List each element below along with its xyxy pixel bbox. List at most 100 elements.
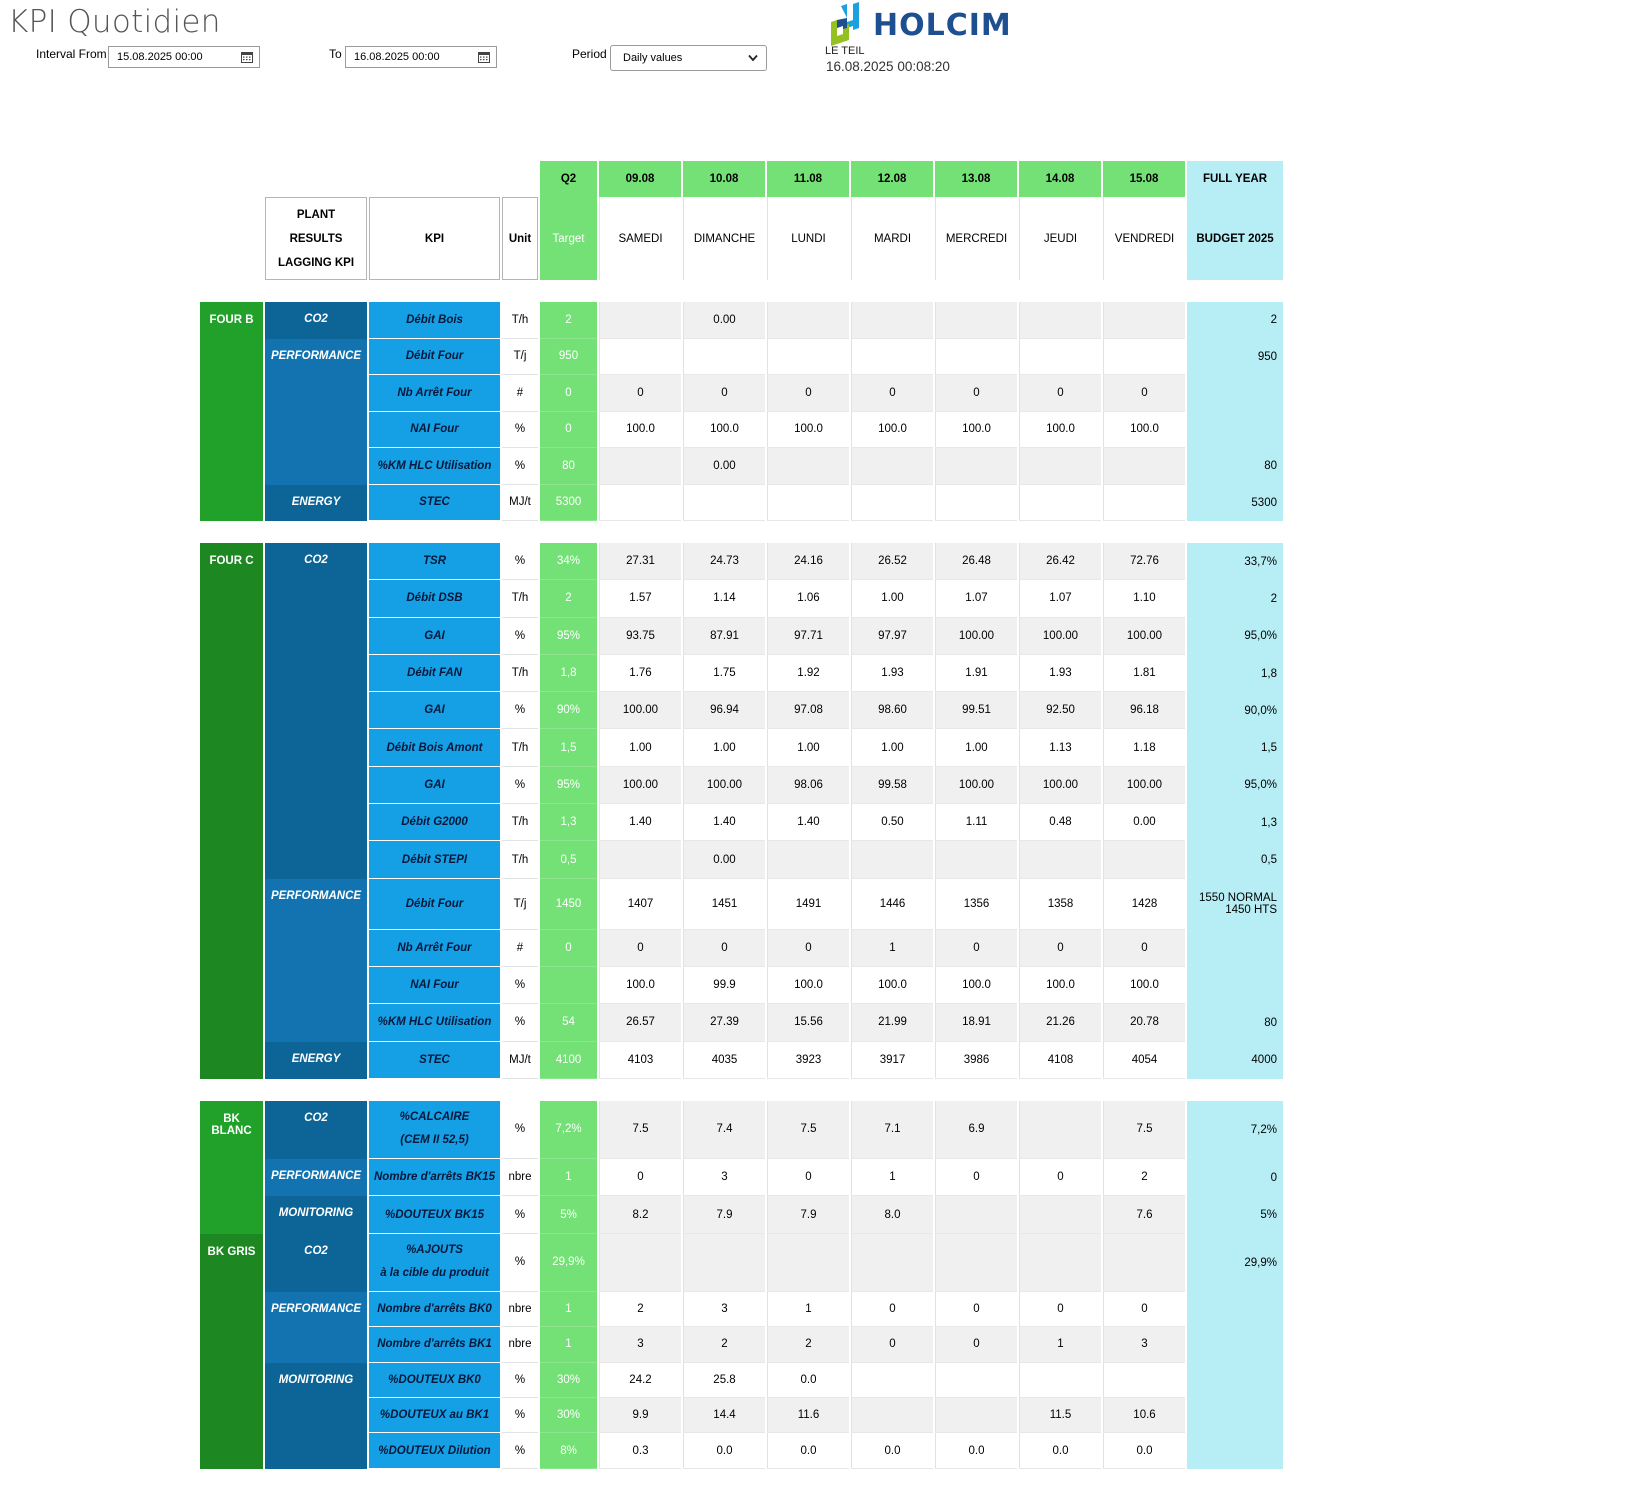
daily-value: 7.5 (767, 1100, 849, 1159)
daily-value: 0 (1103, 1291, 1185, 1328)
report-timestamp: 16.08.2025 00:08:20 (826, 59, 950, 74)
daily-value: 24.16 (767, 543, 849, 581)
daily-value: 7.6 (1103, 1196, 1185, 1234)
period-select[interactable]: Daily values (610, 45, 767, 71)
budget-value: 80 (1187, 1004, 1283, 1042)
daily-value: 26.48 (935, 543, 1017, 581)
daily-value (1019, 302, 1101, 339)
plant-group-label: FOUR C (200, 543, 263, 1079)
daily-value: 0 (935, 1291, 1017, 1328)
daily-value: 27.31 (599, 543, 681, 581)
table-row: BK BLANC CO2 %CALCAIRE (CEM II 52,5)% 7,2% 7.5… (200, 1100, 1283, 1234)
daily-value: 1.06 (767, 580, 849, 618)
kpi-category-label: PERFORMANCE (265, 1158, 367, 1197)
kpi-name: Nb Arrêt Four (369, 375, 500, 412)
budget-value (1187, 1433, 1283, 1469)
daily-value (1019, 1362, 1101, 1399)
daily-value: 10.6 (1103, 1398, 1185, 1434)
daily-value: 0.0 (767, 1362, 849, 1399)
kpi-target: 1,8 (540, 654, 597, 693)
daily-value: 1.00 (767, 729, 849, 767)
daily-value (767, 484, 849, 521)
date-header: 15.08 (1103, 161, 1185, 197)
date-header: 11.08 (767, 161, 849, 197)
daily-value (851, 484, 933, 521)
daily-value (599, 448, 681, 485)
kpi-name: %KM HLC Utilisation (369, 1004, 500, 1042)
kpi-category-label: ENERGY (265, 484, 367, 521)
kpi-target: 1 (540, 1158, 597, 1197)
daily-value: 0 (599, 375, 681, 412)
daily-value: 100.0 (935, 411, 1017, 448)
daily-value (683, 1233, 765, 1292)
holcim-logo: HOLCIM (825, 2, 1011, 46)
kpi-name: %DOUTEUX au BK1 (369, 1398, 500, 1434)
daily-value (767, 338, 849, 375)
daily-value: 100.0 (1103, 411, 1185, 448)
daily-value: 26.57 (599, 1004, 681, 1042)
daily-value: 7.9 (683, 1196, 765, 1234)
budget-value: 950 (1187, 338, 1283, 375)
daily-value: 96.94 (683, 692, 765, 730)
daily-value: 0 (1019, 375, 1101, 412)
kpi-target (540, 966, 597, 1005)
daily-value: 2 (1103, 1158, 1185, 1197)
daily-value: 0.3 (599, 1433, 681, 1469)
daily-value (1019, 841, 1101, 879)
budget-value (1187, 1327, 1283, 1363)
daily-value (767, 841, 849, 879)
kpi-unit: T/h (502, 654, 538, 693)
daily-value: 0.00 (683, 302, 765, 339)
daily-value: 7.5 (1103, 1100, 1185, 1159)
header-blank (200, 197, 263, 280)
calendar-icon[interactable] (241, 51, 253, 63)
daily-value: 0.00 (683, 841, 765, 879)
daily-value: 100.0 (851, 966, 933, 1005)
daily-value: 21.99 (851, 1004, 933, 1042)
kpi-name: %CALCAIRE (CEM II 52,5) (369, 1100, 500, 1159)
kpi-target: 95% (540, 766, 597, 805)
daily-value (935, 1362, 1017, 1399)
daily-value: 0 (851, 1327, 933, 1363)
budget-value: 0,5 (1187, 841, 1283, 879)
group-spacer (200, 521, 1283, 543)
interval-from-label: Interval From (36, 47, 107, 61)
daily-value: 8.0 (851, 1196, 933, 1234)
daily-value: 2 (767, 1327, 849, 1363)
daily-value: 0 (851, 1291, 933, 1328)
daily-value: 2 (683, 1327, 765, 1363)
daily-value: 1.00 (851, 729, 933, 767)
daily-value: 1491 (767, 878, 849, 930)
daily-value: 4035 (683, 1041, 765, 1079)
daily-value: 1.14 (683, 580, 765, 618)
daily-value: 1 (1019, 1327, 1101, 1363)
kpi-category-label: CO2 (265, 543, 367, 879)
calendar-icon[interactable] (478, 51, 490, 63)
daily-value: 4054 (1103, 1041, 1185, 1079)
kpi-name: %DOUTEUX BK0 (369, 1362, 500, 1399)
kpi-unit: T/h (502, 841, 538, 879)
kpi-target: 8% (540, 1433, 597, 1469)
date-header: 10.08 (683, 161, 765, 197)
daily-value: 0 (935, 1158, 1017, 1197)
daily-value: 98.06 (767, 766, 849, 805)
kpi-unit: % (502, 966, 538, 1005)
daily-value (599, 338, 681, 375)
daily-value: 1 (767, 1291, 849, 1328)
daily-value: 24.2 (599, 1362, 681, 1399)
kpi-unit: % (502, 411, 538, 448)
daily-value: 7.1 (851, 1100, 933, 1159)
kpi-unit: MJ/t (502, 1041, 538, 1079)
interval-to-input[interactable]: 16.08.2025 00:00 (345, 46, 497, 68)
daily-value (851, 1362, 933, 1399)
daily-value: 0 (767, 1158, 849, 1197)
daily-value: 1358 (1019, 878, 1101, 930)
interval-from-input[interactable]: 15.08.2025 00:00 (108, 46, 260, 68)
kpi-target: 2 (540, 302, 597, 339)
kpi-name: Débit Bois (369, 302, 500, 339)
daily-value: 1.18 (1103, 729, 1185, 767)
plant-results-header: PLANT RESULTS LAGGING KPI (265, 197, 367, 280)
budget-value: 1,3 (1187, 804, 1283, 842)
daily-value: 1.40 (683, 804, 765, 842)
kpi-category-label: ENERGY (265, 1041, 367, 1079)
